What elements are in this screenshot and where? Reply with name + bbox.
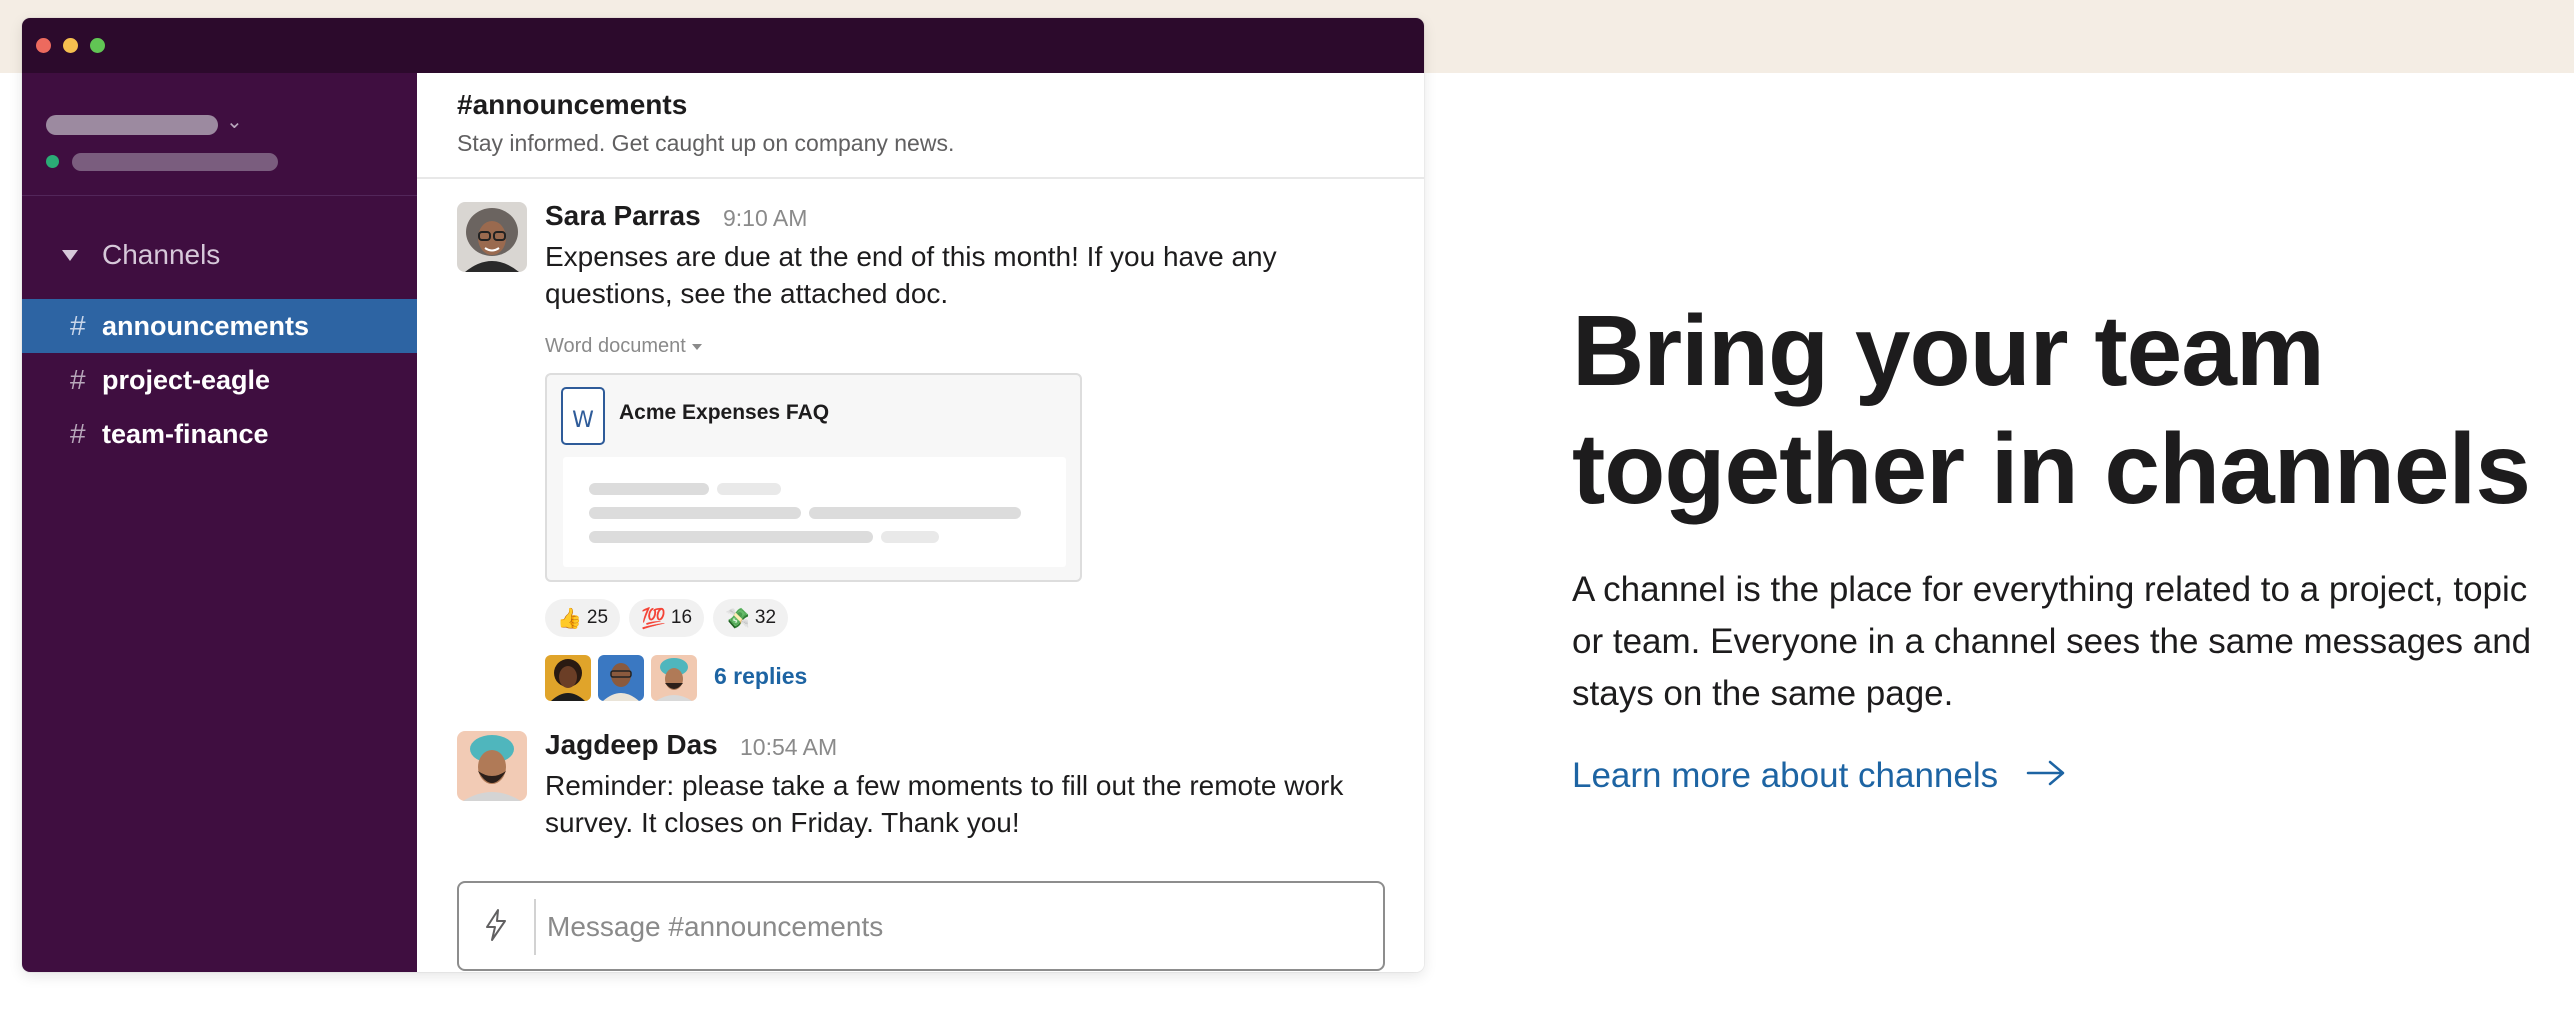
message-text: Expenses are due at the end of this mont… xyxy=(545,241,1277,309)
reaction-count: 25 xyxy=(586,607,609,628)
lightning-bolt-icon[interactable] xyxy=(483,908,509,949)
preview-line xyxy=(881,531,939,543)
file-preview xyxy=(563,457,1066,567)
channels-section-label: Channels xyxy=(102,239,221,270)
reply-avatar xyxy=(545,655,591,701)
file-attachment-card[interactable]: W Acme Expenses FAQ xyxy=(545,373,1082,582)
sidebar-item-announcements[interactable]: # announcements xyxy=(22,299,417,353)
message-input[interactable] xyxy=(547,899,1367,955)
reply-avatar xyxy=(651,655,697,701)
composer-divider xyxy=(534,899,536,955)
channel-header: #announcements Stay informed. Get caught… xyxy=(417,73,1424,179)
preview-line xyxy=(717,483,781,495)
channel-pane: #announcements Stay informed. Get caught… xyxy=(417,73,1424,972)
marketing-body: A channel is the place for everything re… xyxy=(1572,570,2532,713)
slack-app-window: ⌄ Channels # announcements # project-eag… xyxy=(22,18,1424,972)
preview-line xyxy=(589,531,873,543)
sidebar-item-project-eagle[interactable]: # project-eagle xyxy=(22,353,417,407)
sidebar: ⌄ Channels # announcements # project-eag… xyxy=(22,73,417,972)
message-author[interactable]: Sara Parras xyxy=(545,200,701,232)
channel-topic: Stay informed. Get caught up on company … xyxy=(457,130,955,156)
file-type-label[interactable]: Word document xyxy=(545,335,702,358)
reaction-count: 16 xyxy=(670,607,693,628)
close-window-button[interactable] xyxy=(36,38,51,53)
money-with-wings-icon: 💸 xyxy=(725,606,750,630)
message-text: Reminder: please take a few moments to f… xyxy=(545,770,1344,838)
message-timestamp[interactable]: 10:54 AM xyxy=(740,734,837,761)
learn-more-label: Learn more about channels xyxy=(1572,756,1999,795)
sidebar-divider xyxy=(22,195,417,196)
message-timestamp[interactable]: 9:10 AM xyxy=(723,205,807,232)
marketing-headline: Bring your team together in channels xyxy=(1572,295,2531,525)
hash-icon: # xyxy=(70,364,86,395)
hundred-points-icon: 💯 xyxy=(641,606,666,630)
hash-icon: # xyxy=(70,418,86,449)
sidebar-item-team-finance[interactable]: # team-finance xyxy=(22,407,417,461)
minimize-window-button[interactable] xyxy=(63,38,78,53)
hash-icon: # xyxy=(70,310,86,341)
chevron-down-icon[interactable]: ⌄ xyxy=(226,109,243,133)
user-status-placeholder xyxy=(72,153,278,171)
preview-line xyxy=(809,507,1021,519)
preview-line xyxy=(589,507,801,519)
sidebar-item-label: announcements xyxy=(102,310,310,341)
avatar-jagdeep-das[interactable] xyxy=(457,731,527,801)
file-name: Acme Expenses FAQ xyxy=(619,401,830,424)
caret-down-icon xyxy=(691,343,702,350)
channels-section-header[interactable]: Channels xyxy=(22,233,417,277)
workspace-name-placeholder[interactable] xyxy=(46,115,218,135)
channel-title[interactable]: #announcements xyxy=(457,89,687,121)
word-document-icon: W xyxy=(561,387,605,445)
reaction-money-wings[interactable]: 💸 32 xyxy=(713,599,789,637)
reaction-count: 32 xyxy=(754,607,777,628)
learn-more-channels-link[interactable]: Learn more about channels xyxy=(1572,756,2066,796)
maximize-window-button[interactable] xyxy=(90,38,105,53)
preview-line xyxy=(589,483,709,495)
reply-avatar xyxy=(598,655,644,701)
file-type-text: Word document xyxy=(545,335,686,357)
caret-down-icon[interactable] xyxy=(62,249,78,261)
sidebar-item-label: team-finance xyxy=(102,418,269,449)
thread-replies-link[interactable]: 6 replies xyxy=(714,663,807,690)
reaction-hundred[interactable]: 💯 16 xyxy=(629,599,705,637)
window-titlebar xyxy=(22,18,1424,73)
message-author[interactable]: Jagdeep Das xyxy=(545,729,718,761)
message-composer[interactable] xyxy=(457,881,1385,971)
arrow-right-icon xyxy=(2026,756,2066,796)
thumbs-up-icon: 👍 xyxy=(557,606,582,630)
avatar-sara-parras[interactable] xyxy=(457,202,527,272)
sidebar-item-label: project-eagle xyxy=(102,364,271,395)
reaction-thumbs-up[interactable]: 👍 25 xyxy=(545,599,621,637)
presence-dot xyxy=(46,155,59,168)
